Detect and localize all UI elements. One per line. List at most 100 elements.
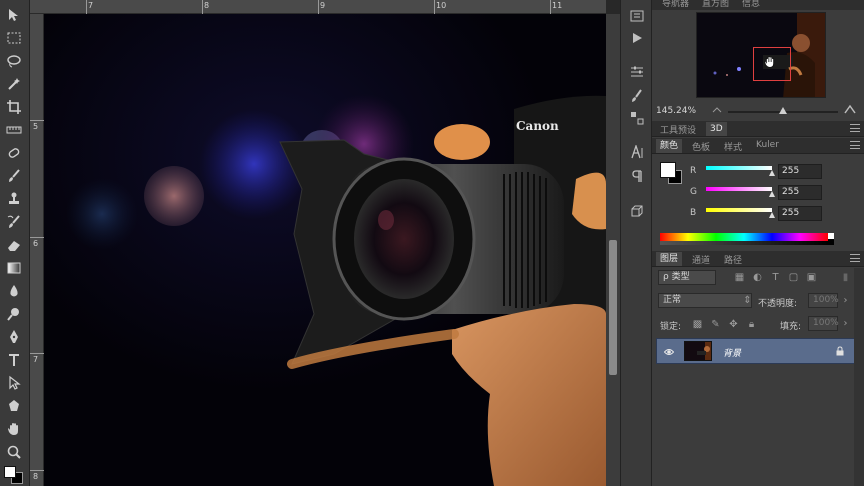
ruler-label: 7 bbox=[33, 355, 39, 364]
character-panel-icon[interactable] bbox=[627, 142, 647, 162]
ruler-label: 9 bbox=[320, 1, 326, 10]
tab-paths[interactable]: 路径 bbox=[724, 253, 742, 266]
hand-tool-icon[interactable] bbox=[3, 418, 25, 440]
pen-tool-icon[interactable] bbox=[3, 326, 25, 348]
brush-presets-icon[interactable] bbox=[627, 86, 647, 106]
zoom-tool-icon[interactable] bbox=[3, 441, 25, 463]
tab-kuler[interactable]: Kuler bbox=[756, 140, 779, 150]
opacity-field[interactable]: 100% bbox=[808, 293, 839, 308]
tab-channels[interactable]: 通道 bbox=[692, 253, 710, 266]
lock-label: 锁定: bbox=[660, 322, 682, 332]
fill-field[interactable]: 100% bbox=[808, 316, 839, 331]
scrollbar-thumb[interactable] bbox=[609, 240, 617, 375]
ruler-label: 7 bbox=[88, 1, 94, 10]
tab-3d[interactable]: 3D bbox=[706, 122, 727, 136]
filter-smart-object-icon[interactable]: ▣ bbox=[806, 272, 817, 283]
fill-dropdown-icon[interactable]: › bbox=[840, 318, 851, 329]
black-white-ramp[interactable] bbox=[828, 233, 834, 245]
tab-navigator[interactable]: 导航器 bbox=[662, 0, 689, 9]
lock-all-icon[interactable]: 🔒︎ bbox=[746, 319, 757, 330]
canvas-vertical-scrollbar[interactable] bbox=[606, 14, 620, 486]
ruler-label: 8 bbox=[204, 1, 210, 10]
vertical-ruler: 5 6 7 8 bbox=[30, 14, 44, 486]
layer-row-background[interactable]: 背景 bbox=[656, 338, 856, 364]
color-spectrum-ramp[interactable] bbox=[660, 233, 828, 245]
crop-tool-icon[interactable] bbox=[3, 96, 25, 118]
tab-swatches[interactable]: 色板 bbox=[692, 140, 710, 153]
paragraph-panel-icon[interactable] bbox=[627, 166, 647, 186]
blend-mode-select[interactable]: 正常 bbox=[658, 293, 752, 308]
layer-filter-select[interactable]: ρ 类型 bbox=[658, 270, 716, 285]
history-panel-icon[interactable] bbox=[627, 6, 647, 26]
marquee-tool-icon[interactable] bbox=[3, 27, 25, 49]
panel-menu-icon[interactable] bbox=[850, 254, 860, 262]
navigator-zoom-value[interactable]: 145.24% bbox=[656, 106, 696, 116]
panel-menu-icon[interactable] bbox=[850, 124, 860, 132]
visibility-eye-icon[interactable] bbox=[663, 347, 675, 357]
color-b-label: B bbox=[690, 208, 697, 218]
path-selection-tool-icon[interactable] bbox=[3, 372, 25, 394]
color-g-field[interactable]: 255 bbox=[778, 185, 822, 200]
g-slider-knob[interactable] bbox=[769, 191, 775, 197]
color-b-field[interactable]: 255 bbox=[778, 206, 822, 221]
navigator-preview[interactable] bbox=[696, 12, 826, 98]
healing-brush-tool-icon[interactable] bbox=[3, 142, 25, 164]
eraser-tool-icon[interactable] bbox=[3, 234, 25, 256]
navigator-tabbar: 导航器 直方图 信息 bbox=[652, 0, 864, 10]
brush-tool-icon[interactable] bbox=[3, 165, 25, 187]
foreground-color-swatch[interactable] bbox=[4, 466, 16, 478]
ruler-label: 8 bbox=[33, 472, 39, 481]
tab-color[interactable]: 颜色 bbox=[656, 139, 683, 153]
actions-play-icon[interactable] bbox=[627, 28, 647, 48]
gradient-tool-icon[interactable] bbox=[3, 257, 25, 279]
collapsed-panels-bar bbox=[620, 0, 652, 486]
layers-scrollbar[interactable] bbox=[854, 268, 864, 486]
tools-panel bbox=[0, 0, 30, 486]
move-tool-icon[interactable] bbox=[3, 4, 25, 26]
r-slider-knob[interactable] bbox=[769, 170, 775, 176]
ruler-tool-icon[interactable] bbox=[3, 119, 25, 141]
zoom-out-icon[interactable] bbox=[712, 104, 722, 114]
filter-toggle-icon[interactable]: ▮ bbox=[840, 272, 851, 283]
color-b-slider[interactable] bbox=[706, 208, 772, 212]
clone-source-icon[interactable] bbox=[627, 108, 647, 128]
adjustments-panel-icon[interactable] bbox=[627, 62, 647, 82]
camera-brand-text: Canon bbox=[516, 119, 559, 133]
color-g-slider[interactable] bbox=[706, 187, 772, 191]
opacity-dropdown-icon[interactable]: › bbox=[840, 295, 851, 306]
history-brush-tool-icon[interactable] bbox=[3, 211, 25, 233]
zoom-slider-knob[interactable] bbox=[779, 107, 787, 114]
tab-tool-presets[interactable]: 工具预设 bbox=[660, 123, 696, 136]
blur-tool-icon[interactable] bbox=[3, 280, 25, 302]
filter-shape-icon[interactable]: ▢ bbox=[788, 272, 799, 283]
tool-presets-tabbar: 工具预设 3D bbox=[652, 121, 864, 137]
filter-pixel-icon[interactable]: ▦ bbox=[734, 272, 745, 283]
tab-info[interactable]: 信息 bbox=[742, 0, 760, 9]
quick-selection-tool-icon[interactable] bbox=[3, 73, 25, 95]
panel-menu-icon[interactable] bbox=[850, 141, 860, 149]
layer-name[interactable]: 背景 bbox=[723, 346, 741, 359]
color-r-slider[interactable] bbox=[706, 166, 772, 170]
lock-image-icon[interactable]: ✎ bbox=[710, 319, 721, 330]
clone-stamp-tool-icon[interactable] bbox=[3, 188, 25, 210]
lasso-tool-icon[interactable] bbox=[3, 50, 25, 72]
b-slider-knob[interactable] bbox=[769, 212, 775, 218]
3d-panel-icon[interactable] bbox=[627, 202, 647, 222]
document-canvas[interactable]: Canon bbox=[44, 14, 606, 486]
horizontal-ruler: 7 8 9 10 11 bbox=[30, 0, 606, 14]
ruler-label: 5 bbox=[33, 122, 39, 131]
color-fg-swatch[interactable] bbox=[660, 162, 676, 178]
lock-transparent-icon[interactable]: ▩ bbox=[692, 319, 703, 330]
zoom-in-icon[interactable] bbox=[844, 103, 856, 115]
filter-type-icon[interactable]: T bbox=[770, 272, 781, 283]
filter-adjustment-icon[interactable]: ◐ bbox=[752, 272, 763, 283]
dodge-tool-icon[interactable] bbox=[3, 303, 25, 325]
color-r-field[interactable]: 255 bbox=[778, 164, 822, 179]
lock-position-icon[interactable]: ✥ bbox=[728, 319, 739, 330]
tab-styles[interactable]: 样式 bbox=[724, 140, 742, 153]
shape-tool-icon[interactable] bbox=[3, 395, 25, 417]
tab-histogram[interactable]: 直方图 bbox=[702, 0, 729, 9]
tab-layers[interactable]: 图层 bbox=[656, 252, 683, 266]
type-tool-icon[interactable] bbox=[3, 349, 25, 371]
right-panel-dock: 导航器 直方图 信息 145.24% 工具预设 3D 颜色 色板 样式 Kule… bbox=[652, 0, 864, 486]
